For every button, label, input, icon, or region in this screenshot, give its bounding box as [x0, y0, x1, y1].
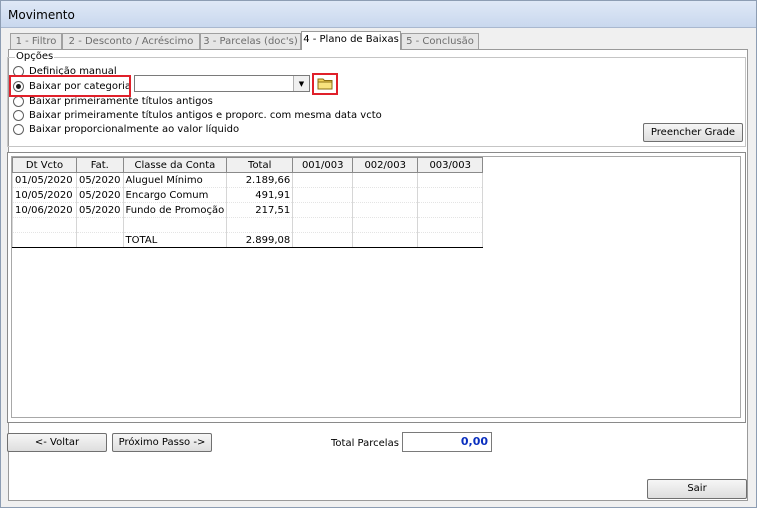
radio-button[interactable]: [13, 96, 24, 107]
tab-conclusao[interactable]: 5 - Conclusão: [401, 33, 479, 49]
parcels-grid: Dt Vcto Fat. Classe da Conta Total 001/0…: [12, 157, 484, 248]
cell-total[interactable]: 491,91: [226, 187, 294, 203]
cell-fat[interactable]: 05/2020: [76, 172, 124, 188]
column-header-003-003[interactable]: 003/003: [417, 157, 484, 173]
radio-label: Baixar proporcionalmente ao valor líquid…: [29, 124, 240, 135]
cell-dt-vcto[interactable]: 10/05/2020: [12, 187, 77, 203]
cell-parcela-1[interactable]: [292, 202, 354, 218]
next-step-button[interactable]: Próximo Passo ->: [112, 433, 212, 452]
grid-header-row: Dt Vcto Fat. Classe da Conta Total 001/0…: [12, 157, 484, 173]
cell-parcela-3[interactable]: [417, 232, 484, 248]
cell-total-sum[interactable]: 2.899,08: [226, 232, 294, 248]
cell-dt-vcto[interactable]: [12, 232, 77, 248]
cell-parcela-2[interactable]: [352, 172, 419, 188]
tab-desconto-acrescimo[interactable]: 2 - Desconto / Acréscimo: [62, 33, 200, 49]
cell-parcela-1[interactable]: [292, 187, 354, 203]
cell-parcela-3[interactable]: [417, 187, 484, 203]
options-group-label: Opções: [15, 51, 55, 62]
cell-parcela-1[interactable]: [292, 217, 354, 233]
radio-button[interactable]: [13, 124, 24, 135]
table-row[interactable]: 10/05/2020 05/2020 Encargo Comum 491,91: [12, 187, 484, 203]
title-bar: Movimento: [1, 1, 756, 28]
cell-total[interactable]: 217,51: [226, 202, 294, 218]
cell-total[interactable]: 2.189,66: [226, 172, 294, 188]
category-select[interactable]: ▼: [134, 75, 310, 92]
cell-total-label[interactable]: TOTAL: [122, 232, 228, 248]
cell-fat[interactable]: [76, 232, 124, 248]
cell-parcela-3[interactable]: [417, 172, 484, 188]
tab-parcelas[interactable]: 3 - Parcelas (doc's): [200, 33, 301, 49]
column-header-002-003[interactable]: 002/003: [352, 157, 419, 173]
window-title: Movimento: [8, 8, 75, 22]
cell-classe-conta[interactable]: [122, 217, 228, 233]
cell-total[interactable]: [226, 217, 294, 233]
table-row[interactable]: 10/06/2020 05/2020 Fundo de Promoção 217…: [12, 202, 484, 218]
cell-parcela-2[interactable]: [352, 217, 419, 233]
cell-parcela-2[interactable]: [352, 232, 419, 248]
radio-label: Baixar primeiramente títulos antigos: [29, 96, 213, 107]
cell-parcela-3[interactable]: [417, 202, 484, 218]
total-row[interactable]: TOTAL 2.899,08: [12, 232, 484, 248]
cell-parcela-1[interactable]: [292, 172, 354, 188]
folder-icon: [317, 78, 333, 90]
column-header-fat[interactable]: Fat.: [76, 157, 124, 173]
cell-classe-conta[interactable]: Aluguel Mínimo: [122, 172, 228, 188]
chevron-down-icon[interactable]: ▼: [293, 76, 309, 91]
back-button[interactable]: <- Voltar: [7, 433, 107, 452]
total-parcelas-value: 0,00: [402, 432, 492, 452]
total-parcelas-label: Total Parcelas: [331, 438, 399, 449]
highlight-box-category-radio: [9, 75, 131, 97]
tab-plano-de-baixas[interactable]: 4 - Plano de Baixas: [301, 31, 401, 50]
cell-fat[interactable]: [76, 217, 124, 233]
cell-classe-conta[interactable]: Encargo Comum: [122, 187, 228, 203]
cell-fat[interactable]: 05/2020: [76, 187, 124, 203]
cell-dt-vcto[interactable]: 10/06/2020: [12, 202, 77, 218]
folder-button[interactable]: [314, 74, 336, 93]
fill-grid-button[interactable]: Preencher Grade: [643, 123, 743, 142]
cell-parcela-2[interactable]: [352, 187, 419, 203]
cell-parcela-3[interactable]: [417, 217, 484, 233]
radio-titulos-antigos-proporc[interactable]: Baixar primeiramente títulos antigos e p…: [13, 109, 382, 122]
column-header-001-003[interactable]: 001/003: [292, 157, 354, 173]
exit-button[interactable]: Sair: [647, 479, 747, 499]
column-header-dt-vcto[interactable]: Dt Vcto: [12, 157, 77, 173]
cell-classe-conta[interactable]: Fundo de Promoção: [122, 202, 228, 218]
radio-proporcional-valor-liquido[interactable]: Baixar proporcionalmente ao valor líquid…: [13, 123, 239, 136]
cell-parcela-2[interactable]: [352, 202, 419, 218]
column-header-classe-conta[interactable]: Classe da Conta: [122, 157, 228, 173]
cell-fat[interactable]: 05/2020: [76, 202, 124, 218]
column-header-total[interactable]: Total: [226, 157, 294, 173]
tab-strip: 1 - Filtro 2 - Desconto / Acréscimo 3 - …: [8, 31, 748, 50]
cell-dt-vcto[interactable]: 01/05/2020: [12, 172, 77, 188]
tab-filtro[interactable]: 1 - Filtro: [10, 33, 62, 49]
table-row[interactable]: 01/05/2020 05/2020 Aluguel Mínimo 2.189,…: [12, 172, 484, 188]
radio-label: Baixar primeiramente títulos antigos e p…: [29, 110, 382, 121]
radio-button[interactable]: [13, 110, 24, 121]
table-row[interactable]: [12, 217, 484, 233]
cell-parcela-1[interactable]: [292, 232, 354, 248]
cell-dt-vcto[interactable]: [12, 217, 77, 233]
